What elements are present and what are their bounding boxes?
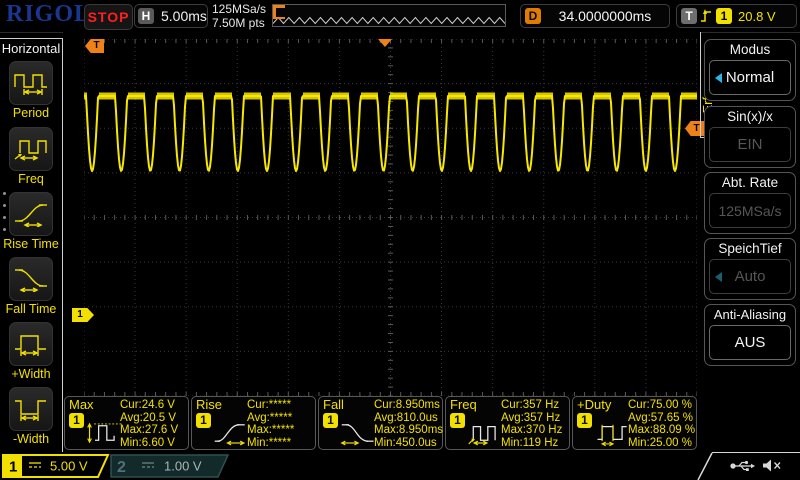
freq-icon (466, 419, 506, 447)
measurement-panel-max[interactable]: Max 1 Cur:24.6 VAvg:20.5 V Max:27.6 VMin… (64, 396, 189, 450)
measurement-bar: Max 1 Cur:24.6 VAvg:20.5 V Max:27.6 VMin… (64, 396, 700, 452)
measurement-panel-freq[interactable]: Freq 1 Cur:357 HzAvg:357 Hz Max:370 HzMi… (445, 396, 570, 450)
menu-group-modus[interactable]: Modus Normal (704, 39, 796, 101)
menu-item-rise-time[interactable]: Rise Time (0, 192, 62, 251)
waveform-display[interactable]: T T 1 (63, 32, 700, 396)
left-arrow-icon (715, 73, 722, 83)
duty-icon (593, 419, 633, 447)
rigol-logo: RIGOL (6, 1, 91, 28)
channel-1-number: 1 (9, 459, 17, 476)
plus-width-icon (13, 331, 49, 357)
left-measure-menu: Horizontal Period Freq (0, 38, 63, 452)
measurement-values: Cur:8.950msAvg:810.0us Max:8.950msMin:45… (374, 399, 443, 449)
measurement-values: Cur:357 HzAvg:357 Hz Max:370 HzMin:119 H… (501, 399, 562, 449)
delay-offset-box[interactable]: D 34.0000000ms (520, 4, 670, 28)
sinx-value: EIN (709, 127, 791, 162)
freq-icon (13, 136, 49, 162)
memory-depth: 7.50M pts (212, 16, 266, 30)
rise-icon (212, 419, 252, 447)
channel-badge: 1 (323, 413, 338, 428)
trigger-source-badge: 1 (716, 8, 732, 24)
right-soft-menu: Modus Normal Sin(x)/x EIN Abt. Rate 125M… (704, 32, 798, 452)
oscilloscope-screen: RIGOL STOP H 5.00ms 125MSa/s 7.50M pts D… (0, 0, 800, 480)
channel-1-tab[interactable]: 1 5.00 V (2, 454, 114, 480)
speaker-muted-icon[interactable] (762, 458, 782, 473)
top-status-bar: RIGOL STOP H 5.00ms 125MSa/s 7.50M pts D… (0, 0, 800, 33)
anti-aliasing-value: AUS (709, 325, 791, 360)
left-menu-title: Horizontal (0, 41, 62, 56)
timebase-value: 5.00ms (161, 8, 207, 24)
measurement-panel-duty[interactable]: +Duty 1 Cur:75.00 %Avg:57.65 % Max:88.09… (572, 396, 697, 450)
speichtief-value: Auto (709, 259, 791, 294)
fall-icon (339, 419, 379, 447)
menu-item-freq[interactable]: Freq (0, 127, 62, 186)
menu-group-sinx[interactable]: Sin(x)/x EIN (704, 106, 796, 168)
menu-item-fall-time[interactable]: Fall Time (0, 257, 62, 316)
acquisition-info: 125MSa/s 7.50M pts (212, 2, 266, 30)
channel-badge: 1 (450, 413, 465, 428)
preview-trigger-marker-icon (273, 5, 285, 19)
menu-group-anti-aliasing[interactable]: Anti-Aliasing AUS (704, 304, 796, 366)
menu-item-pwidth[interactable]: +Width (0, 322, 62, 381)
measurement-values: Cur:75.00 %Avg:57.65 % Max:88.09 %Min:25… (628, 399, 695, 449)
channel-1-scale: 5.00 V (50, 459, 88, 474)
usb-icon[interactable] (730, 458, 756, 473)
modus-value: Normal (709, 60, 791, 95)
memory-waveform-preview[interactable] (272, 4, 506, 27)
measurement-panel-fall[interactable]: Fall 1 Cur:8.950msAvg:810.0us Max:8.950m… (318, 396, 443, 450)
trigger-level-value: 20.8 V (738, 9, 776, 24)
rising-edge-icon (700, 8, 713, 25)
trigger-label: T (681, 8, 697, 24)
preview-wave-icon (273, 5, 505, 26)
menu-item-nwidth[interactable]: -Width (0, 387, 62, 446)
menu-scroll-dots (3, 192, 6, 240)
rise-time-icon (13, 201, 49, 227)
ch1-waveform-trace (84, 39, 697, 396)
abt-rate-value: 125MSa/s (709, 193, 791, 228)
horizontal-label: H (138, 8, 154, 24)
measurement-values: Cur:*****Avg:***** Max:*****Min:***** (247, 399, 294, 449)
max-icon (85, 419, 125, 447)
channel-2-scale: 1.00 V (164, 459, 202, 474)
channel-2-number: 2 (117, 459, 126, 476)
sample-rate: 125MSa/s (212, 2, 266, 16)
minus-width-icon (13, 396, 49, 422)
trigger-position-top-marker[interactable] (378, 39, 392, 47)
channel-badge: 1 (577, 413, 592, 428)
left-arrow-icon (715, 272, 722, 282)
measurement-panel-rise[interactable]: Rise 1 Cur:*****Avg:***** Max:*****Min:*… (191, 396, 316, 450)
status-icon-area (712, 452, 800, 480)
menu-group-speichtief[interactable]: SpeichTief Auto (704, 238, 796, 300)
trigger-status-box[interactable]: T 1 20.8 V (676, 4, 797, 28)
channel-badge: 1 (196, 413, 211, 428)
channel-2-tab[interactable]: 2 1.00 V (110, 454, 232, 480)
fall-time-icon (13, 266, 49, 292)
menu-item-period[interactable]: Period (0, 61, 62, 120)
period-icon (13, 70, 49, 96)
delay-label: D (525, 8, 541, 24)
measurement-values: Cur:24.6 VAvg:20.5 V Max:27.6 VMin:6.60 … (120, 399, 178, 449)
channel-badge: 1 (69, 413, 84, 428)
horizontal-scale-box[interactable]: H 5.00ms (134, 4, 208, 28)
delay-value: 34.0000000ms (559, 8, 652, 24)
run-stop-status[interactable]: STOP (84, 4, 133, 30)
menu-group-abt-rate[interactable]: Abt. Rate 125MSa/s (704, 172, 796, 234)
channel-status-bar: 1 5.00 V 2 1.00 V (0, 452, 800, 480)
